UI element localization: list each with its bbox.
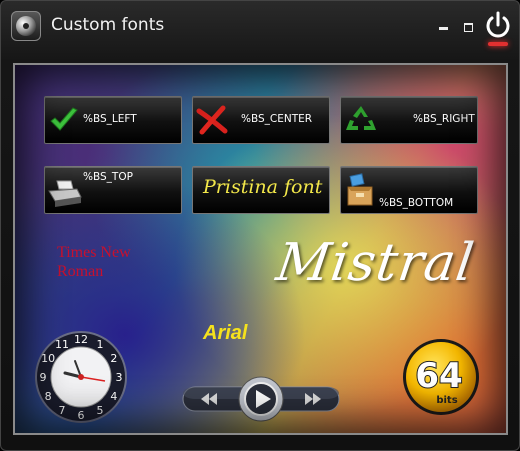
clock-numeral: 11 (55, 338, 69, 351)
app-window: Custom fonts %BS_LEFT %BS_CENTER %BS_RIG… (0, 0, 520, 451)
clock-numeral: 2 (110, 352, 117, 365)
clock-numeral: 4 (110, 390, 117, 403)
x-mark-icon (196, 105, 228, 135)
play-icon[interactable] (238, 376, 284, 422)
content-panel: %BS_LEFT %BS_CENTER %BS_RIGHT %BS_TOP Pr… (13, 63, 508, 435)
clock-numeral: 9 (40, 371, 47, 384)
bs-top-label: %BS_TOP (83, 171, 133, 183)
arial-text: Arial (203, 322, 248, 344)
bs-center-button[interactable]: %BS_CENTER (192, 96, 330, 144)
times-new-roman-text: Times New Roman (57, 244, 131, 280)
box-icon (347, 173, 373, 206)
clock-numeral: 6 (78, 409, 85, 422)
analog-clock-icon: 12 12 3 45678 9 1011 (35, 331, 127, 423)
rewind-icon[interactable] (183, 387, 235, 411)
bs-top-button[interactable]: %BS_TOP (44, 166, 182, 214)
clock-numeral: 7 (59, 404, 66, 417)
pristina-font-button[interactable]: Pristina font (192, 166, 330, 214)
window-title: Custom fonts (51, 15, 165, 35)
media-player-controls (181, 375, 341, 423)
clock-numeral: 8 (45, 390, 52, 403)
64-bits-badge-icon: 64 bits (403, 339, 479, 415)
clock-numeral: 5 (97, 404, 104, 417)
power-icon[interactable] (482, 9, 514, 47)
maximize-icon[interactable] (464, 23, 473, 32)
mistral-text: Mistral (272, 233, 479, 293)
clock-numeral: 3 (116, 371, 123, 384)
checkmark-icon (50, 107, 78, 131)
app-disc-icon[interactable] (11, 11, 41, 41)
bs-left-label: %BS_LEFT (83, 113, 137, 125)
bs-right-label: %BS_RIGHT (413, 113, 475, 125)
pristina-font-label: Pristina font (203, 176, 323, 198)
title-bar[interactable]: Custom fonts (1, 1, 519, 53)
badge-number: 64 (415, 356, 462, 396)
badge-text: bits (436, 395, 457, 406)
recycle-icon (346, 106, 376, 130)
bs-center-label: %BS_CENTER (241, 113, 313, 125)
power-indicator (488, 42, 508, 46)
bs-left-button[interactable]: %BS_LEFT (44, 96, 182, 144)
bs-bottom-label: %BS_BOTTOM (379, 197, 454, 209)
minimize-icon[interactable] (439, 27, 448, 30)
bs-right-button[interactable]: %BS_RIGHT (340, 96, 478, 144)
clock-numeral: 1 (97, 338, 104, 351)
clock-numeral: 10 (41, 352, 55, 365)
bs-bottom-button[interactable]: %BS_BOTTOM (340, 166, 478, 214)
printer-icon (48, 180, 82, 207)
clock-numeral: 12 (74, 333, 88, 346)
fast-forward-icon[interactable] (287, 387, 339, 411)
